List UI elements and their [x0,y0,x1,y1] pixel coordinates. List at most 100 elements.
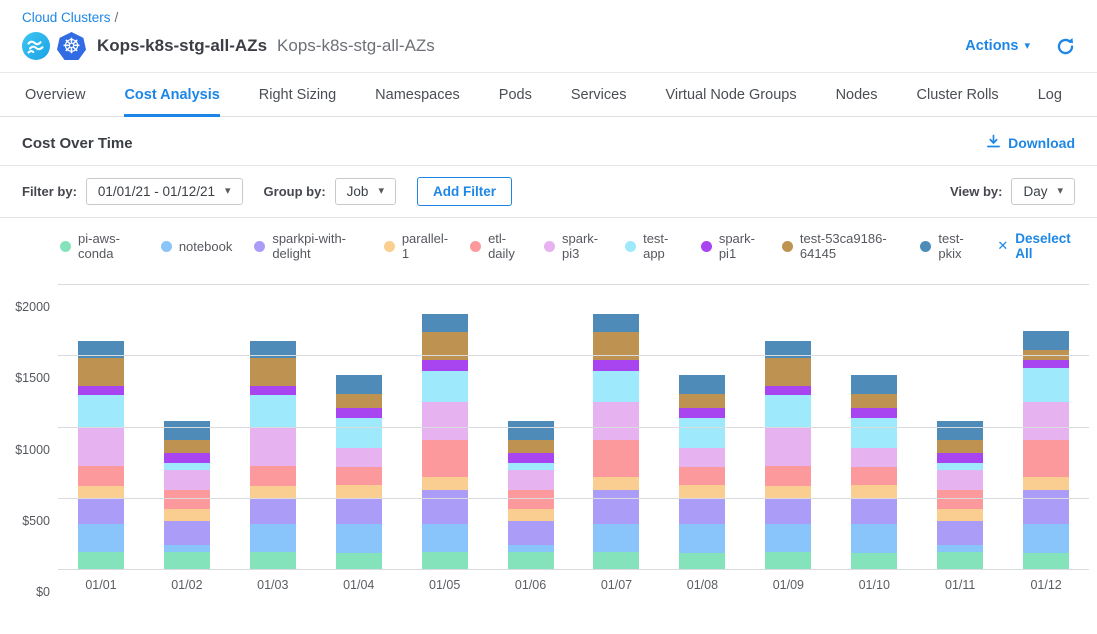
bar-segment-sparkpi-with-delight[interactable] [250,499,296,524]
tab-right-sizing[interactable]: Right Sizing [259,87,336,116]
bar-segment-pi-aws-conda[interactable] [851,553,897,570]
tab-pods[interactable]: Pods [499,87,532,116]
bar-segment-parallel-1[interactable] [937,509,983,521]
bar-segment-etl-daily[interactable] [851,467,897,486]
bar-segment-parallel-1[interactable] [1023,477,1069,491]
stacked-bar-01/04[interactable] [336,375,382,570]
bar-segment-sparkpi-with-delight[interactable] [508,521,554,545]
bar-segment-pi-aws-conda[interactable] [508,552,554,570]
bar-segment-test-app[interactable] [164,463,210,470]
stacked-bar-01/08[interactable] [679,375,725,570]
bar-segment-spark-pi1[interactable] [250,386,296,396]
bar-segment-test-pkix[interactable] [937,421,983,440]
bar-segment-etl-daily[interactable] [336,467,382,486]
bar-segment-pi-aws-conda[interactable] [78,552,124,570]
bar-segment-pi-aws-conda[interactable] [765,552,811,570]
bar-segment-test-app[interactable] [78,395,124,428]
bar-segment-sparkpi-with-delight[interactable] [336,499,382,525]
bar-segment-spark-pi1[interactable] [78,386,124,396]
bar-segment-test-53ca9186-64145[interactable] [937,440,983,454]
add-filter-button[interactable]: Add Filter [417,177,512,206]
bar-segment-parallel-1[interactable] [679,485,725,499]
bar-segment-test-pkix[interactable] [1023,331,1069,350]
bar-segment-etl-daily[interactable] [78,466,124,486]
refresh-icon[interactable] [1056,37,1075,56]
tab-namespaces[interactable]: Namespaces [375,87,460,116]
bar-segment-parallel-1[interactable] [164,509,210,521]
bar-segment-pi-aws-conda[interactable] [422,552,468,570]
bar-segment-notebook[interactable] [937,545,983,552]
bar-segment-test-app[interactable] [250,395,296,428]
bar-segment-parallel-1[interactable] [508,509,554,521]
bar-segment-sparkpi-with-delight[interactable] [765,499,811,524]
bar-segment-spark-pi3[interactable] [250,428,296,466]
stacked-bar-01/05[interactable] [422,314,468,570]
bar-segment-test-53ca9186-64145[interactable] [765,358,811,386]
bar-segment-spark-pi3[interactable] [336,448,382,467]
bar-segment-spark-pi1[interactable] [593,360,639,371]
bar-segment-test-pkix[interactable] [164,421,210,440]
bar-segment-test-53ca9186-64145[interactable] [851,394,897,408]
bar-segment-spark-pi1[interactable] [679,408,725,418]
bar-segment-test-app[interactable] [851,418,897,448]
bar-segment-notebook[interactable] [679,524,725,553]
bar-segment-spark-pi3[interactable] [78,428,124,466]
bar-segment-notebook[interactable] [250,524,296,553]
download-button[interactable]: Download [986,134,1075,152]
bar-segment-etl-daily[interactable] [422,440,468,476]
bar-segment-test-app[interactable] [422,371,468,402]
bar-segment-pi-aws-conda[interactable] [336,553,382,570]
bar-segment-spark-pi3[interactable] [851,448,897,467]
bar-segment-notebook[interactable] [164,545,210,552]
bar-segment-etl-daily[interactable] [1023,440,1069,476]
bar-segment-pi-aws-conda[interactable] [164,552,210,570]
bar-segment-etl-daily[interactable] [679,467,725,486]
stacked-bar-01/06[interactable] [508,421,554,570]
bar-segment-notebook[interactable] [765,524,811,553]
bar-segment-spark-pi1[interactable] [937,453,983,463]
legend-item-pi-aws-conda[interactable]: pi-aws-conda [60,231,139,261]
bar-segment-spark-pi1[interactable] [422,360,468,371]
bar-segment-spark-pi1[interactable] [1023,360,1069,369]
bar-segment-notebook[interactable] [508,545,554,552]
bar-segment-pi-aws-conda[interactable] [1023,553,1069,570]
bar-segment-spark-pi3[interactable] [937,470,983,489]
bar-segment-etl-daily[interactable] [765,466,811,486]
stacked-bar-01/11[interactable] [937,421,983,570]
tab-virtual-node-groups[interactable]: Virtual Node Groups [665,87,796,116]
tab-nodes[interactable]: Nodes [836,87,878,116]
tab-overview[interactable]: Overview [25,87,85,116]
bar-segment-etl-daily[interactable] [250,466,296,486]
stacked-bar-01/03[interactable] [250,341,296,570]
stacked-bar-01/01[interactable] [78,341,124,570]
tab-services[interactable]: Services [571,87,627,116]
bar-segment-test-app[interactable] [593,371,639,402]
bar-segment-parallel-1[interactable] [593,477,639,490]
bar-segment-notebook[interactable] [422,524,468,553]
bar-segment-test-app[interactable] [765,395,811,428]
bar-segment-sparkpi-with-delight[interactable] [422,490,468,524]
bar-segment-sparkpi-with-delight[interactable] [593,490,639,524]
bar-segment-spark-pi3[interactable] [765,428,811,466]
bar-segment-sparkpi-with-delight[interactable] [851,499,897,525]
bar-segment-etl-daily[interactable] [508,490,554,509]
bar-segment-test-53ca9186-64145[interactable] [164,440,210,454]
bar-segment-test-pkix[interactable] [679,375,725,394]
bar-segment-test-53ca9186-64145[interactable] [250,358,296,386]
legend-item-parallel-1[interactable]: parallel-1 [384,231,448,261]
breadcrumb-link-cloud-clusters[interactable]: Cloud Clusters [22,10,111,25]
bar-segment-spark-pi1[interactable] [508,453,554,463]
bar-segment-test-app[interactable] [937,463,983,470]
bar-segment-sparkpi-with-delight[interactable] [679,499,725,525]
bar-segment-sparkpi-with-delight[interactable] [937,521,983,545]
bar-segment-etl-daily[interactable] [593,440,639,476]
legend-item-spark-pi3[interactable]: spark-pi3 [544,231,603,261]
legend-item-test-53ca9186-64145[interactable]: test-53ca9186-64145 [782,231,898,261]
bar-segment-spark-pi3[interactable] [422,402,468,440]
view-by-dropdown[interactable]: Day▾ [1011,178,1075,205]
stacked-bar-01/02[interactable] [164,421,210,570]
bar-segment-spark-pi3[interactable] [1023,402,1069,440]
bar-segment-pi-aws-conda[interactable] [937,552,983,570]
date-range-dropdown[interactable]: 01/01/21 - 01/12/21▾ [86,178,243,205]
bar-segment-parallel-1[interactable] [336,485,382,499]
